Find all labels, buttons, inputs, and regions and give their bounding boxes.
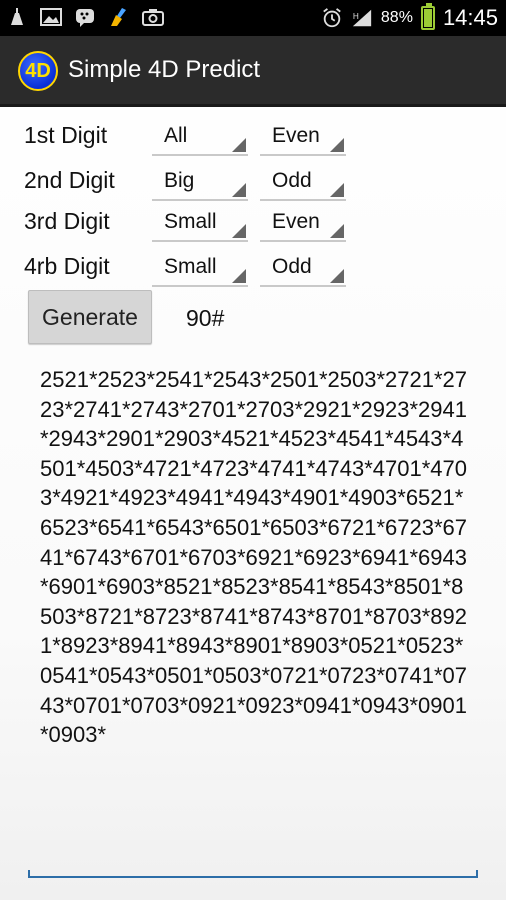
cleaning-icon: [6, 6, 28, 28]
clock: 14:45: [442, 5, 498, 30]
spinner-value: Small: [164, 210, 217, 233]
bbm-icon: [74, 6, 96, 28]
parity-spinner-1[interactable]: Even: [260, 120, 346, 156]
system-status: H 88% 14:45: [321, 3, 498, 32]
result-text: 2521*2523*2541*2543*2501*2503*2721*2723*…: [40, 367, 467, 748]
battery-icon: [420, 3, 435, 30]
size-spinner-2[interactable]: Big: [152, 165, 248, 201]
row-label-2: 2nd Digit: [24, 167, 115, 193]
app-logo-icon: 4D: [18, 51, 58, 91]
battery-percent: 88%: [380, 9, 413, 26]
parity-spinner-3[interactable]: Even: [260, 206, 346, 242]
spinner-value: Even: [272, 124, 320, 147]
spinner-value: Odd: [272, 169, 312, 192]
dropdown-arrow-icon: [330, 224, 344, 238]
dropdown-arrow-icon: [330, 269, 344, 283]
parity-spinner-2[interactable]: Odd: [260, 165, 346, 201]
dropdown-arrow-icon: [330, 183, 344, 197]
spinner-value: All: [164, 124, 188, 147]
result-count: 90#: [186, 305, 225, 331]
dropdown-arrow-icon: [232, 269, 246, 283]
dropdown-arrow-icon: [232, 224, 246, 238]
dropdown-arrow-icon: [330, 138, 344, 152]
row-label-1: 1st Digit: [24, 122, 108, 148]
notification-icons: [6, 6, 164, 28]
status-bar: H 88% 14:45: [0, 0, 506, 36]
spinner-value: Big: [164, 169, 195, 192]
size-spinner-3[interactable]: Small: [152, 206, 248, 242]
action-bar: 4D Simple 4D Predict: [0, 36, 506, 107]
size-spinner-4[interactable]: Small: [152, 251, 248, 287]
signal-icon: H: [351, 7, 373, 29]
app-title: Simple 4D Predict: [68, 56, 261, 83]
svg-text:H: H: [353, 12, 359, 21]
spinner-value: Even: [272, 210, 320, 233]
row-label-4: 4rb Digit: [24, 253, 110, 279]
spinner-value: Small: [164, 255, 217, 278]
text-field-underline: [28, 870, 478, 878]
dropdown-arrow-icon: [232, 138, 246, 152]
spinner-value: Odd: [272, 255, 312, 278]
parity-spinner-4[interactable]: Odd: [260, 251, 346, 287]
broom-icon: [108, 6, 130, 28]
generate-button[interactable]: Generate: [28, 290, 152, 344]
camera-icon: [142, 6, 164, 28]
size-spinner-1[interactable]: All: [152, 120, 248, 156]
row-label-3: 3rd Digit: [24, 208, 110, 234]
alarm-icon: [321, 7, 343, 29]
image-icon: [40, 6, 62, 28]
dropdown-arrow-icon: [232, 183, 246, 197]
